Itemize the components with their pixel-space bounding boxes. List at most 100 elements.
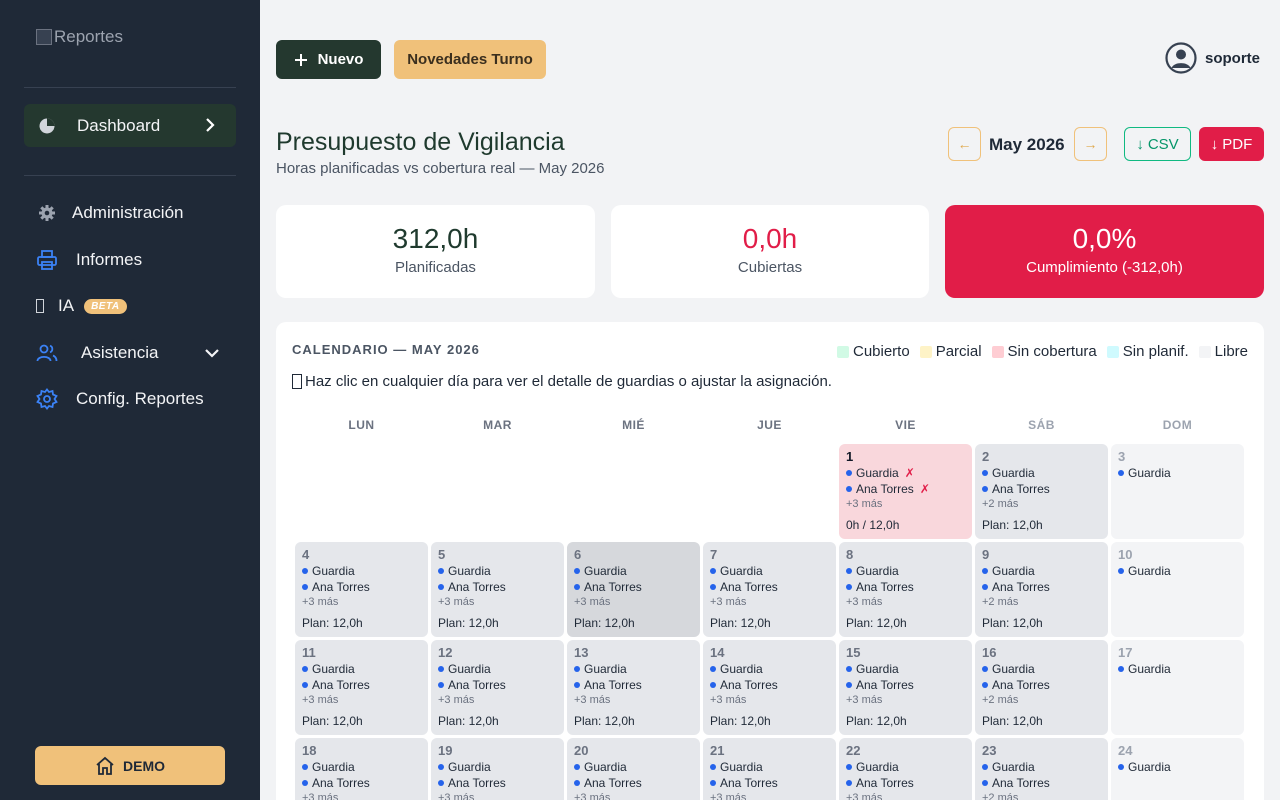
legend-item: Sin cobertura <box>991 343 1097 360</box>
more-count: +3 más <box>846 498 883 510</box>
more-count: +3 más <box>846 792 883 800</box>
arrow-down-icon: ↓ <box>1210 135 1219 153</box>
calendar-day[interactable]: 4 Guardia Ana Torres +3 más Plan: 12,0h <box>295 542 428 637</box>
demo-button[interactable]: DEMO <box>35 746 225 785</box>
shift-entry: Guardia <box>438 760 557 774</box>
more-count: +3 más <box>710 596 747 608</box>
status-dot-icon <box>1118 568 1124 574</box>
calendar-legend: Cubierto Parcial Sin cobertura Sin plani… <box>836 343 1248 360</box>
entry-label: Guardia <box>856 564 899 578</box>
calendar-day[interactable]: 3 Guardia <box>1111 444 1244 539</box>
calendar-day[interactable]: 22 Guardia Ana Torres +3 más <box>839 738 972 800</box>
calendar-day[interactable]: 19 Guardia Ana Torres +3 más <box>431 738 564 800</box>
entry-label: Guardia <box>1128 760 1171 774</box>
sidebar-item-administracion[interactable]: Administración <box>36 202 184 224</box>
avatar-icon <box>1165 42 1197 74</box>
stat-value: 312,0h <box>392 223 479 254</box>
entry-label: Guardia <box>720 662 763 676</box>
calendar-day[interactable]: 20 Guardia Ana Torres +3 más <box>567 738 700 800</box>
calendar-day[interactable]: 17 Guardia <box>1111 640 1244 735</box>
day-number: 17 <box>1118 645 1133 660</box>
calendar-day[interactable]: 10 Guardia <box>1111 542 1244 637</box>
calendar-title: CALENDARIO — MAY 2026 <box>292 342 480 357</box>
user-menu[interactable]: soporte <box>1165 42 1260 74</box>
more-count: +2 más <box>982 792 1019 800</box>
sidebar-item-label: Administración <box>72 203 184 222</box>
entry-label: Guardia <box>312 760 355 774</box>
prev-month-button[interactable]: ← <box>948 127 981 161</box>
calendar-day[interactable]: 14 Guardia Ana Torres +3 más Plan: 12,0h <box>703 640 836 735</box>
status-dot-icon <box>846 486 852 492</box>
status-dot-icon <box>710 568 716 574</box>
calendar-day[interactable]: 12 Guardia Ana Torres +3 más Plan: 12,0h <box>431 640 564 735</box>
calendar-day[interactable]: 15 Guardia Ana Torres +3 más Plan: 12,0h <box>839 640 972 735</box>
calendar-day[interactable]: 5 Guardia Ana Torres +3 más Plan: 12,0h <box>431 542 564 637</box>
guard-entry: Ana Torres <box>846 678 965 692</box>
calendar-day[interactable]: 24 Guardia <box>1111 738 1244 800</box>
calendar-day[interactable]: 18 Guardia Ana Torres +3 más <box>295 738 428 800</box>
legend-label: Libre <box>1214 343 1248 360</box>
calendar-day[interactable]: 8 Guardia Ana Torres +3 más Plan: 12,0h <box>839 542 972 637</box>
guard-entry: Ana Torres <box>438 580 557 594</box>
entry-label: Ana Torres <box>992 776 1050 790</box>
legend-swatch <box>1198 345 1211 358</box>
sidebar-item-asistencia[interactable]: Asistencia <box>36 342 220 364</box>
guard-entry: Ana Torres ✗ <box>846 482 965 496</box>
entry-label: Guardia <box>720 760 763 774</box>
calendar-day[interactable]: 1 Guardia ✗ Ana Torres ✗ +3 más 0h / 12,0h <box>839 444 972 539</box>
entry-label: Guardia <box>584 662 627 676</box>
weekday-header: VIE <box>895 418 916 432</box>
calendar-day[interactable]: 11 Guardia Ana Torres +3 más Plan: 12,0h <box>295 640 428 735</box>
app-logo[interactable]: Reportes <box>36 27 123 47</box>
calendar-day[interactable]: 23 Guardia Ana Torres +2 más <box>975 738 1108 800</box>
status-dot-icon <box>438 780 444 786</box>
shift-entry: Guardia ✗ <box>846 466 965 480</box>
plan-hours: Plan: 12,0h <box>438 616 499 630</box>
shift-entry: Guardia <box>574 760 693 774</box>
calendar-day[interactable]: 21 Guardia Ana Torres +3 más <box>703 738 836 800</box>
status-dot-icon <box>1118 470 1124 476</box>
status-dot-icon <box>982 486 988 492</box>
status-dot-icon <box>710 682 716 688</box>
calendar-day[interactable]: 9 Guardia Ana Torres +2 más Plan: 12,0h <box>975 542 1108 637</box>
calendar-day[interactable]: 6 Guardia Ana Torres +3 más Plan: 12,0h <box>567 542 700 637</box>
weekday-header: DOM <box>1162 418 1193 432</box>
sidebar-item-informes[interactable]: Informes <box>36 249 142 271</box>
guard-entry: Ana Torres <box>710 678 829 692</box>
weekday-header: LUN <box>348 418 375 432</box>
sidebar-item-config-reportes[interactable]: Config. Reportes <box>36 388 204 410</box>
legend-swatch <box>919 345 932 358</box>
legend-label: Sin planif. <box>1122 343 1189 360</box>
legend-label: Parcial <box>935 343 982 360</box>
novedades-label: Novedades Turno <box>407 51 533 68</box>
plan-hours: Plan: 12,0h <box>982 616 1043 630</box>
calendar-day[interactable]: 7 Guardia Ana Torres +3 más Plan: 12,0h <box>703 542 836 637</box>
novedades-turno-button[interactable]: Novedades Turno <box>394 40 546 79</box>
shift-entry: Guardia <box>982 466 1101 480</box>
new-button[interactable]: Nuevo <box>276 40 381 79</box>
status-dot-icon <box>574 666 580 672</box>
arrow-right-icon: → <box>1083 136 1098 152</box>
status-dot-icon <box>302 584 308 590</box>
entry-label: Ana Torres <box>720 776 778 790</box>
printer-icon <box>36 249 58 271</box>
sidebar-item-dashboard[interactable]: Dashboard <box>24 104 236 147</box>
export-csv-button[interactable]: ↓ CSV <box>1124 127 1191 161</box>
arrow-down-icon: ↓ <box>1136 135 1144 153</box>
broken-image-icon <box>36 29 52 45</box>
shift-entry: Guardia <box>1118 466 1237 480</box>
export-pdf-button[interactable]: ↓ PDF <box>1199 127 1264 161</box>
next-month-button[interactable]: → <box>1074 127 1107 161</box>
calendar-day[interactable]: 16 Guardia Ana Torres +2 más Plan: 12,0h <box>975 640 1108 735</box>
shift-entry: Guardia <box>710 564 829 578</box>
shift-entry: Guardia <box>302 564 421 578</box>
plan-hours: Plan: 12,0h <box>574 616 635 630</box>
sidebar-item-ia[interactable]: IA BETA <box>36 296 127 316</box>
calendar-day[interactable]: 2 Guardia Ana Torres +2 más Plan: 12,0h <box>975 444 1108 539</box>
shift-entry: Guardia <box>982 662 1101 676</box>
calendar-panel: CALENDARIO — MAY 2026 Cubierto Parcial S… <box>276 322 1264 800</box>
calendar-day[interactable]: 13 Guardia Ana Torres +3 más Plan: 12,0h <box>567 640 700 735</box>
day-number: 20 <box>574 743 589 758</box>
beta-badge: BETA <box>84 298 127 314</box>
day-number: 22 <box>846 743 861 758</box>
